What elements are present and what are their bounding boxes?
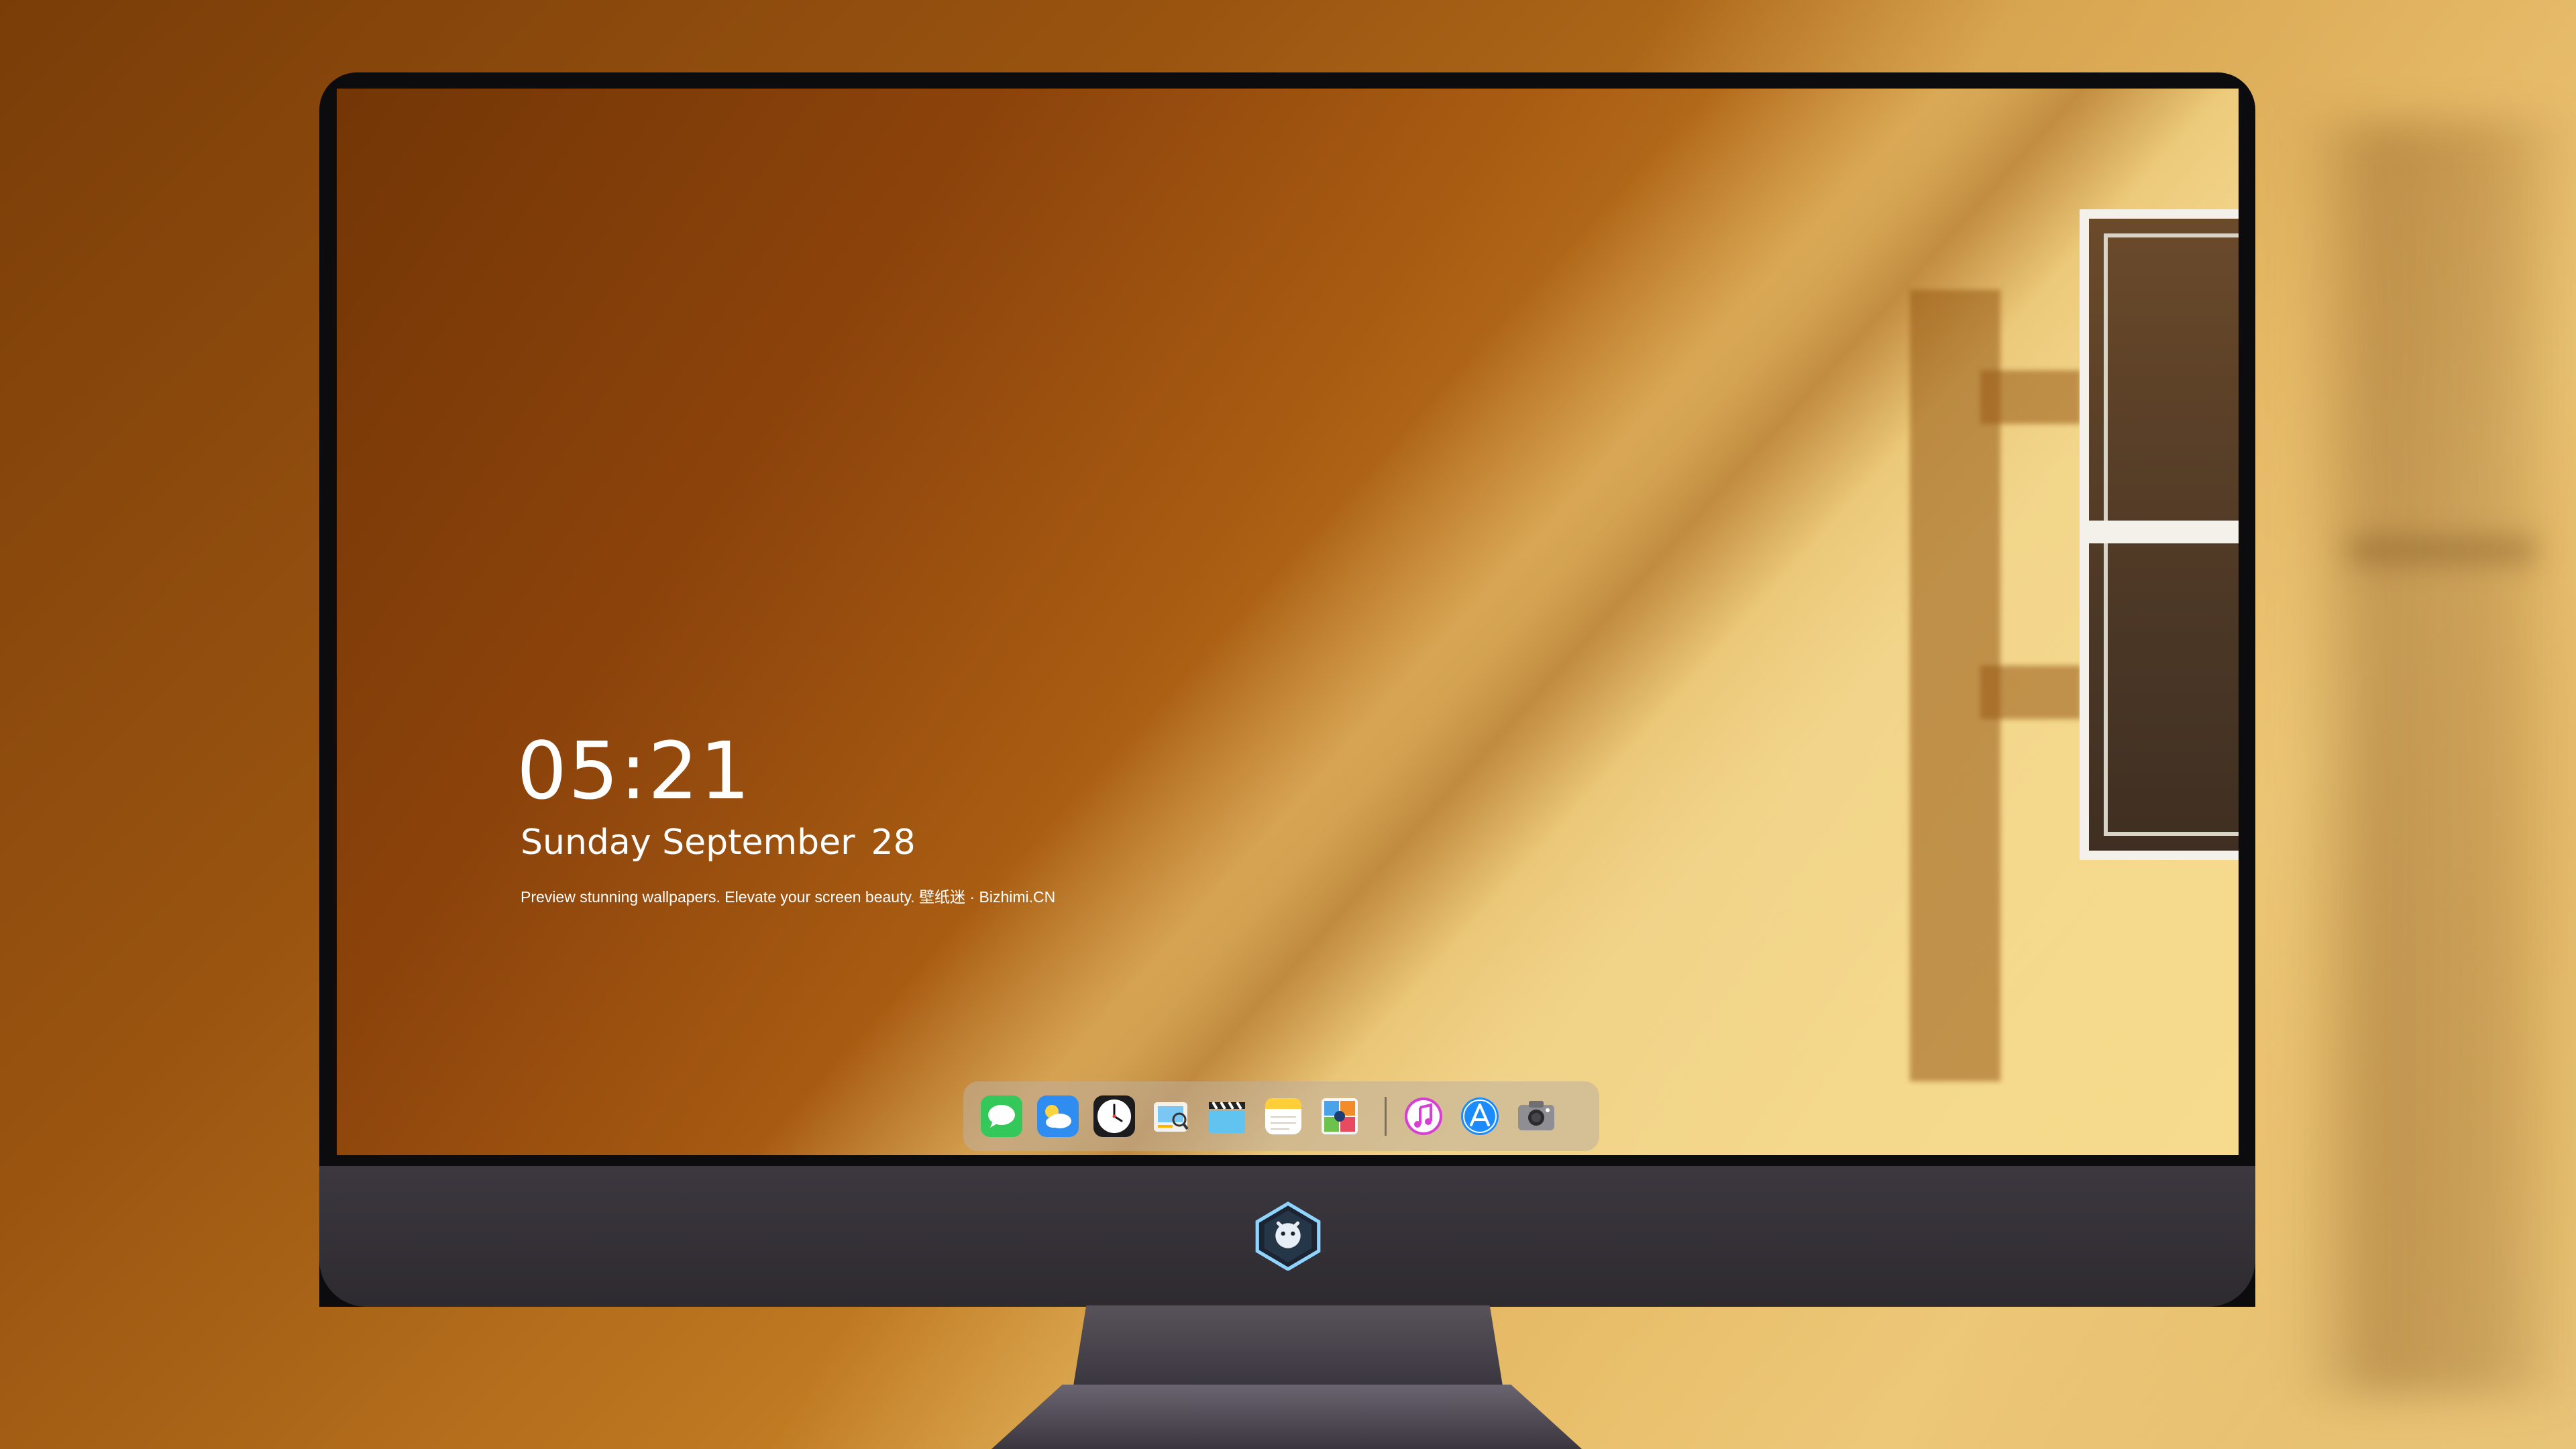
brand-logo-icon: [1253, 1201, 1323, 1271]
desktop-screen: [337, 89, 2239, 1155]
window-shadow-middle: [1980, 665, 2081, 719]
camera-icon[interactable]: [1515, 1095, 1557, 1137]
window-shadow-top: [1980, 370, 2081, 424]
messages-icon[interactable]: [981, 1095, 1022, 1137]
lock-clock: 05:21: [517, 724, 752, 817]
dock-separator: [1385, 1097, 1387, 1136]
lock-date-day: 28: [871, 822, 916, 863]
app-store-icon[interactable]: [1459, 1095, 1501, 1137]
background-window-shadow: [2294, 121, 2576, 1395]
lock-tagline: Preview stunning wallpapers. Elevate you…: [521, 888, 1056, 906]
photo-booth-icon[interactable]: [1319, 1095, 1360, 1137]
window-crossbar: [2089, 521, 2239, 543]
monitor-stand-base: [991, 1385, 1582, 1449]
notes-icon[interactable]: [1263, 1095, 1304, 1137]
music-icon[interactable]: [1403, 1095, 1444, 1137]
clock-icon[interactable]: [1093, 1095, 1135, 1137]
weather-icon[interactable]: [1037, 1095, 1079, 1137]
clips-icon[interactable]: [1206, 1095, 1248, 1137]
dock: [963, 1081, 1599, 1151]
background-window-shadow-bar: [2348, 537, 2536, 564]
monitor-stand: [1073, 1305, 1503, 1386]
lock-date-weekday-month: Sunday September: [521, 822, 855, 863]
open-window: [2080, 209, 2239, 860]
preview-icon[interactable]: [1150, 1095, 1191, 1137]
lock-date: Sunday September 28: [521, 822, 916, 863]
